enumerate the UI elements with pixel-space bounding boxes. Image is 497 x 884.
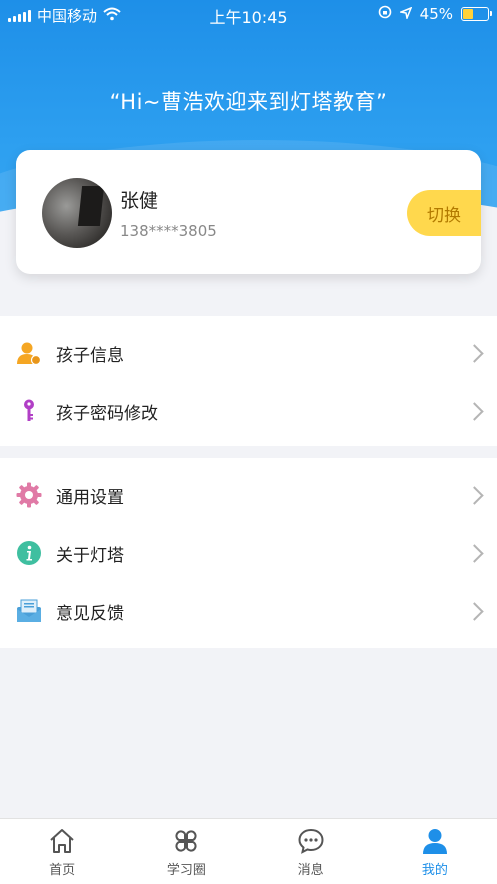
switch-account-button[interactable]: 切换 bbox=[407, 190, 481, 236]
menu-item-label: 孩子密码修改 bbox=[56, 403, 158, 424]
menu-group-general: 通用设置 关于灯塔 意见反馈 bbox=[0, 458, 497, 648]
menu-item-child-info[interactable]: 孩子信息 bbox=[0, 324, 497, 382]
tab-label: 我的 bbox=[421, 863, 448, 878]
profile-card: 张健 138****3805 切换 bbox=[16, 150, 481, 274]
menu-item-label: 意见反馈 bbox=[56, 603, 124, 624]
menu-item-label: 关于灯塔 bbox=[56, 545, 124, 566]
welcome-message: “Hi~曹浩欢迎来到灯塔教育” bbox=[109, 90, 388, 114]
menu-group-child: 孩子信息 孩子密码修改 bbox=[0, 316, 497, 446]
menu-item-label: 孩子信息 bbox=[56, 345, 124, 366]
child-info-icon bbox=[16, 340, 42, 366]
tab-label: 消息 bbox=[297, 863, 324, 878]
feedback-mail-icon bbox=[16, 598, 42, 624]
info-icon bbox=[16, 540, 42, 566]
status-bar: 中国移动 上午10:45 45% bbox=[0, 0, 497, 28]
gear-icon bbox=[16, 482, 42, 508]
profile-name: 张健 bbox=[120, 190, 159, 212]
tab-study-circle[interactable]: 学习圈 bbox=[124, 819, 248, 884]
tab-mine[interactable]: 我的 bbox=[373, 819, 497, 884]
tab-label: 学习圈 bbox=[166, 863, 206, 878]
menu-item-label: 通用设置 bbox=[56, 487, 124, 508]
chevron-right-icon bbox=[465, 401, 484, 421]
menu-item-child-password[interactable]: 孩子密码修改 bbox=[0, 382, 497, 440]
chevron-right-icon bbox=[465, 485, 484, 505]
chevron-right-icon bbox=[465, 601, 484, 621]
clover-icon bbox=[172, 827, 200, 855]
chat-icon bbox=[297, 827, 325, 855]
menu-item-feedback[interactable]: 意见反馈 bbox=[0, 582, 497, 640]
avatar[interactable] bbox=[42, 178, 112, 248]
chevron-right-icon bbox=[465, 343, 484, 363]
tab-label: 首页 bbox=[49, 863, 76, 878]
user-icon bbox=[421, 827, 449, 855]
location-icon bbox=[398, 5, 413, 23]
tab-messages[interactable]: 消息 bbox=[249, 819, 373, 884]
bottom-tab-bar: 首页 学习圈 消息 我的 bbox=[0, 818, 497, 884]
profile-phone: 138****3805 bbox=[120, 222, 217, 240]
key-icon bbox=[16, 398, 42, 424]
home-icon bbox=[48, 827, 76, 855]
battery-icon bbox=[461, 7, 492, 21]
rotation-lock-icon bbox=[378, 5, 392, 23]
tab-home[interactable]: 首页 bbox=[0, 819, 124, 884]
chevron-right-icon bbox=[465, 543, 484, 563]
menu-item-about[interactable]: 关于灯塔 bbox=[0, 524, 497, 582]
menu-item-settings[interactable]: 通用设置 bbox=[0, 466, 497, 524]
battery-percent: 45% bbox=[419, 5, 453, 23]
